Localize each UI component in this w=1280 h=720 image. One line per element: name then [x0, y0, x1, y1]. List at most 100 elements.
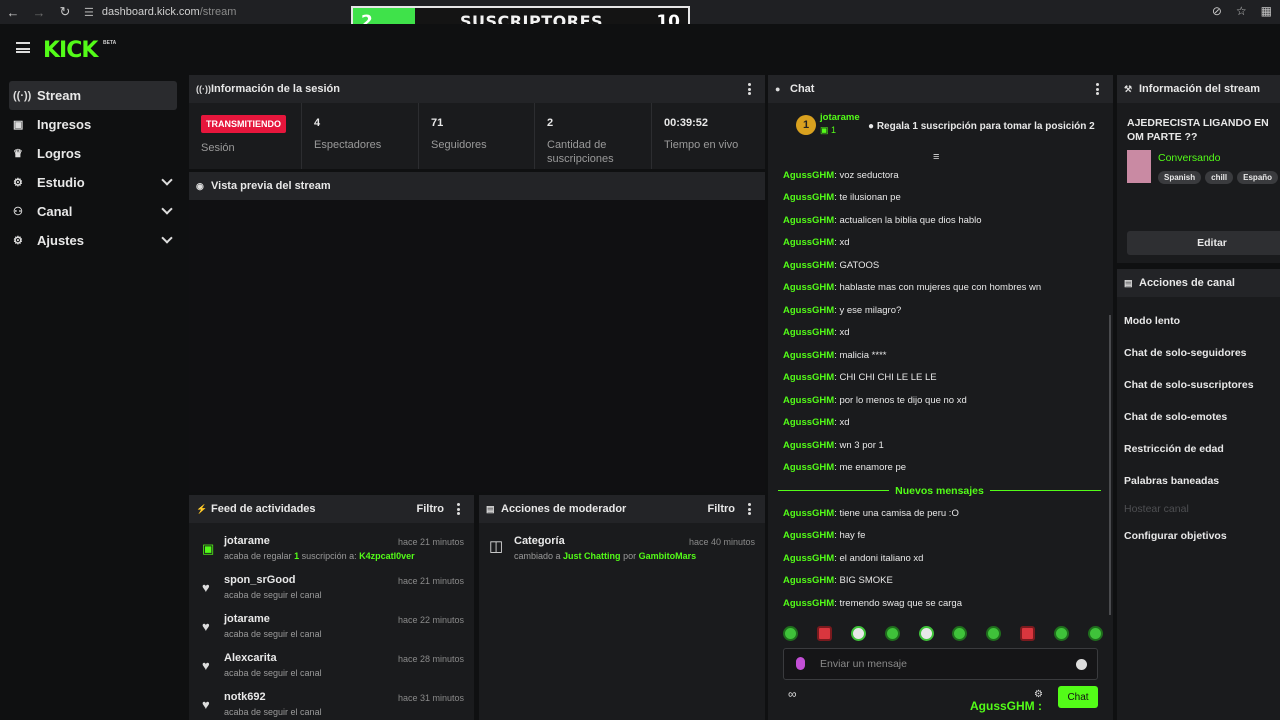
emoji-icon[interactable]	[1076, 659, 1087, 670]
feed-target-user[interactable]: K4zpcatl0ver	[359, 551, 415, 561]
chat-text: por lo menos te dijo que no xd	[839, 394, 967, 406]
collapse-icon[interactable]: ≡	[933, 151, 939, 163]
feed-time: hace 21 minutos	[397, 576, 464, 586]
chat-message: AgussGHM: xd	[783, 417, 850, 429]
action-banned-words[interactable]: Palabras baneadas	[1117, 465, 1280, 497]
chat-message: AgussGHM: te ilusionan pe	[783, 192, 901, 204]
viewers-stat: 4 Espectadores	[302, 103, 419, 169]
panel-header: ● Chat	[768, 75, 1113, 103]
panel-header: ⚒ Información del stream	[1117, 75, 1280, 103]
site-info-icon[interactable]: ☰	[84, 6, 94, 19]
action-subscribers-only[interactable]: Chat de solo-suscriptores	[1117, 369, 1280, 401]
action-emotes-only[interactable]: Chat de solo-emotes	[1117, 401, 1280, 433]
sidebar-item-canal[interactable]: ⚇ Canal	[9, 197, 177, 226]
more-options-icon[interactable]	[1096, 83, 1099, 95]
chat-username[interactable]: AgussGHM	[783, 530, 834, 541]
kick-logo[interactable]: KICK	[43, 38, 98, 63]
chevron-down-icon[interactable]	[161, 232, 173, 244]
chevron-down-icon[interactable]	[161, 203, 173, 215]
emote-icon[interactable]	[783, 626, 798, 641]
action-configure-goals[interactable]: Configurar objetivos	[1117, 520, 1280, 552]
emote-icon[interactable]	[986, 626, 1002, 641]
more-options-icon[interactable]	[748, 83, 751, 95]
chat-messages: AgussGHM: voz seductora AgussGHM: te ilu…	[768, 164, 1111, 615]
chat-input[interactable]: Enviar un mensaje	[783, 648, 1098, 680]
chat-username[interactable]: AgussGHM	[783, 417, 834, 428]
filter-button[interactable]: Filtro	[417, 503, 445, 515]
chat-text: actualicen la biblia que dios hablo	[839, 214, 982, 226]
more-options-icon[interactable]	[748, 503, 751, 515]
sidebar-item-label: Logros	[37, 146, 82, 161]
stream-preview-video[interactable]	[189, 200, 765, 492]
heart-icon: ♥	[202, 658, 210, 673]
emote-icon[interactable]	[918, 626, 934, 641]
heart-icon: ♥	[202, 580, 210, 595]
preview-icon: ◉	[196, 180, 204, 191]
action-age-restriction[interactable]: Restricción de edad	[1117, 433, 1280, 465]
emote-icon[interactable]	[850, 626, 866, 641]
chat-username[interactable]: AgussGHM	[783, 237, 834, 248]
emote-icon[interactable]	[884, 626, 900, 641]
chat-text: me enamore pe	[839, 462, 907, 474]
chat-text: hablaste mas con mujeres que con hombres…	[839, 282, 1042, 294]
mod-category[interactable]: Just Chatting	[563, 551, 621, 561]
menu-icon[interactable]	[16, 42, 30, 53]
chat-message: AgussGHM: malicia ****	[783, 349, 887, 361]
eye-off-icon[interactable]: ⊘	[1212, 4, 1222, 18]
back-icon[interactable]: ←	[0, 5, 26, 20]
emote-icon[interactable]	[1020, 626, 1036, 641]
emote-icon[interactable]	[952, 626, 968, 641]
send-chat-button[interactable]: Chat	[1058, 686, 1098, 708]
feed-text: acaba de regalar	[224, 551, 292, 561]
chat-scrollbar[interactable]	[1109, 315, 1111, 615]
star-icon[interactable]: ☆	[1236, 4, 1247, 18]
settings-icon[interactable]: ∞	[788, 687, 797, 701]
chat-message: AgussGHM: BIG SMOKE	[783, 575, 893, 587]
emote-icon[interactable]	[816, 626, 832, 641]
chat-username[interactable]: AgussGHM	[783, 372, 834, 383]
chat-username[interactable]: AgussGHM	[783, 350, 834, 361]
chat-username[interactable]: AgussGHM	[783, 282, 834, 293]
address-bar[interactable]: ☰ dashboard.kick.com/stream	[84, 6, 236, 19]
sidebar-item-logros[interactable]: ♛ Logros	[9, 139, 177, 168]
emote-icon[interactable]	[1054, 626, 1069, 641]
top-gifter-name[interactable]: jotarame	[820, 112, 860, 123]
sidebar-item-ingresos[interactable]: ▣ Ingresos	[9, 110, 177, 139]
reload-icon[interactable]: ↻	[52, 4, 78, 20]
extensions-icon[interactable]: ▦	[1261, 4, 1272, 18]
chat-username[interactable]: AgussGHM	[783, 215, 834, 226]
forward-icon[interactable]: →	[26, 5, 52, 20]
action-slow-mode[interactable]: Modo lento	[1117, 305, 1280, 337]
sidebar-item-estudio[interactable]: ⚙ Estudio	[9, 168, 177, 197]
gear-icon[interactable]: ⚙	[1034, 689, 1043, 700]
chat-username[interactable]: AgussGHM	[783, 327, 834, 338]
filter-button[interactable]: Filtro	[708, 503, 736, 515]
action-followers-only[interactable]: Chat de solo-seguidores	[1117, 337, 1280, 369]
chat-username[interactable]: AgussGHM	[783, 170, 834, 181]
sidebar-item-ajustes[interactable]: ⚙ Ajustes	[9, 226, 177, 255]
feed-text: suscripción a:	[301, 551, 357, 561]
chat-username[interactable]: AgussGHM	[783, 598, 834, 609]
chat-username[interactable]: AgussGHM	[783, 440, 834, 451]
chat-text: te ilusionan pe	[839, 192, 901, 204]
chat-username[interactable]: AgussGHM	[783, 575, 834, 586]
list-item: ♥ notk692 acaba de seguir el canal hace …	[189, 685, 474, 720]
bolt-icon: ⚡	[196, 503, 208, 514]
microphone-icon[interactable]	[796, 657, 805, 670]
chat-username[interactable]: AgussGHM	[783, 508, 834, 519]
edit-button[interactable]: Editar	[1127, 231, 1280, 255]
chat-username[interactable]: AgussGHM	[783, 395, 834, 406]
chevron-down-icon[interactable]	[161, 174, 173, 186]
feed-description: acaba de regalar 1 suscripción a: K4zpca…	[224, 551, 474, 561]
chat-username[interactable]: AgussGHM	[783, 192, 834, 203]
chat-username[interactable]: AgussGHM	[783, 462, 834, 473]
chat-username[interactable]: AgussGHM	[783, 305, 834, 316]
sidebar-item-stream[interactable]: ((·)) Stream	[9, 81, 177, 110]
mod-user[interactable]: GambitoMars	[639, 551, 697, 561]
panel-title: Acciones de canal	[1139, 277, 1235, 289]
category-name[interactable]: Conversando	[1158, 152, 1220, 164]
more-options-icon[interactable]	[457, 503, 460, 515]
chat-username[interactable]: AgussGHM	[783, 260, 834, 271]
chat-username[interactable]: AgussGHM	[783, 553, 834, 564]
emote-icon[interactable]	[1087, 626, 1103, 641]
